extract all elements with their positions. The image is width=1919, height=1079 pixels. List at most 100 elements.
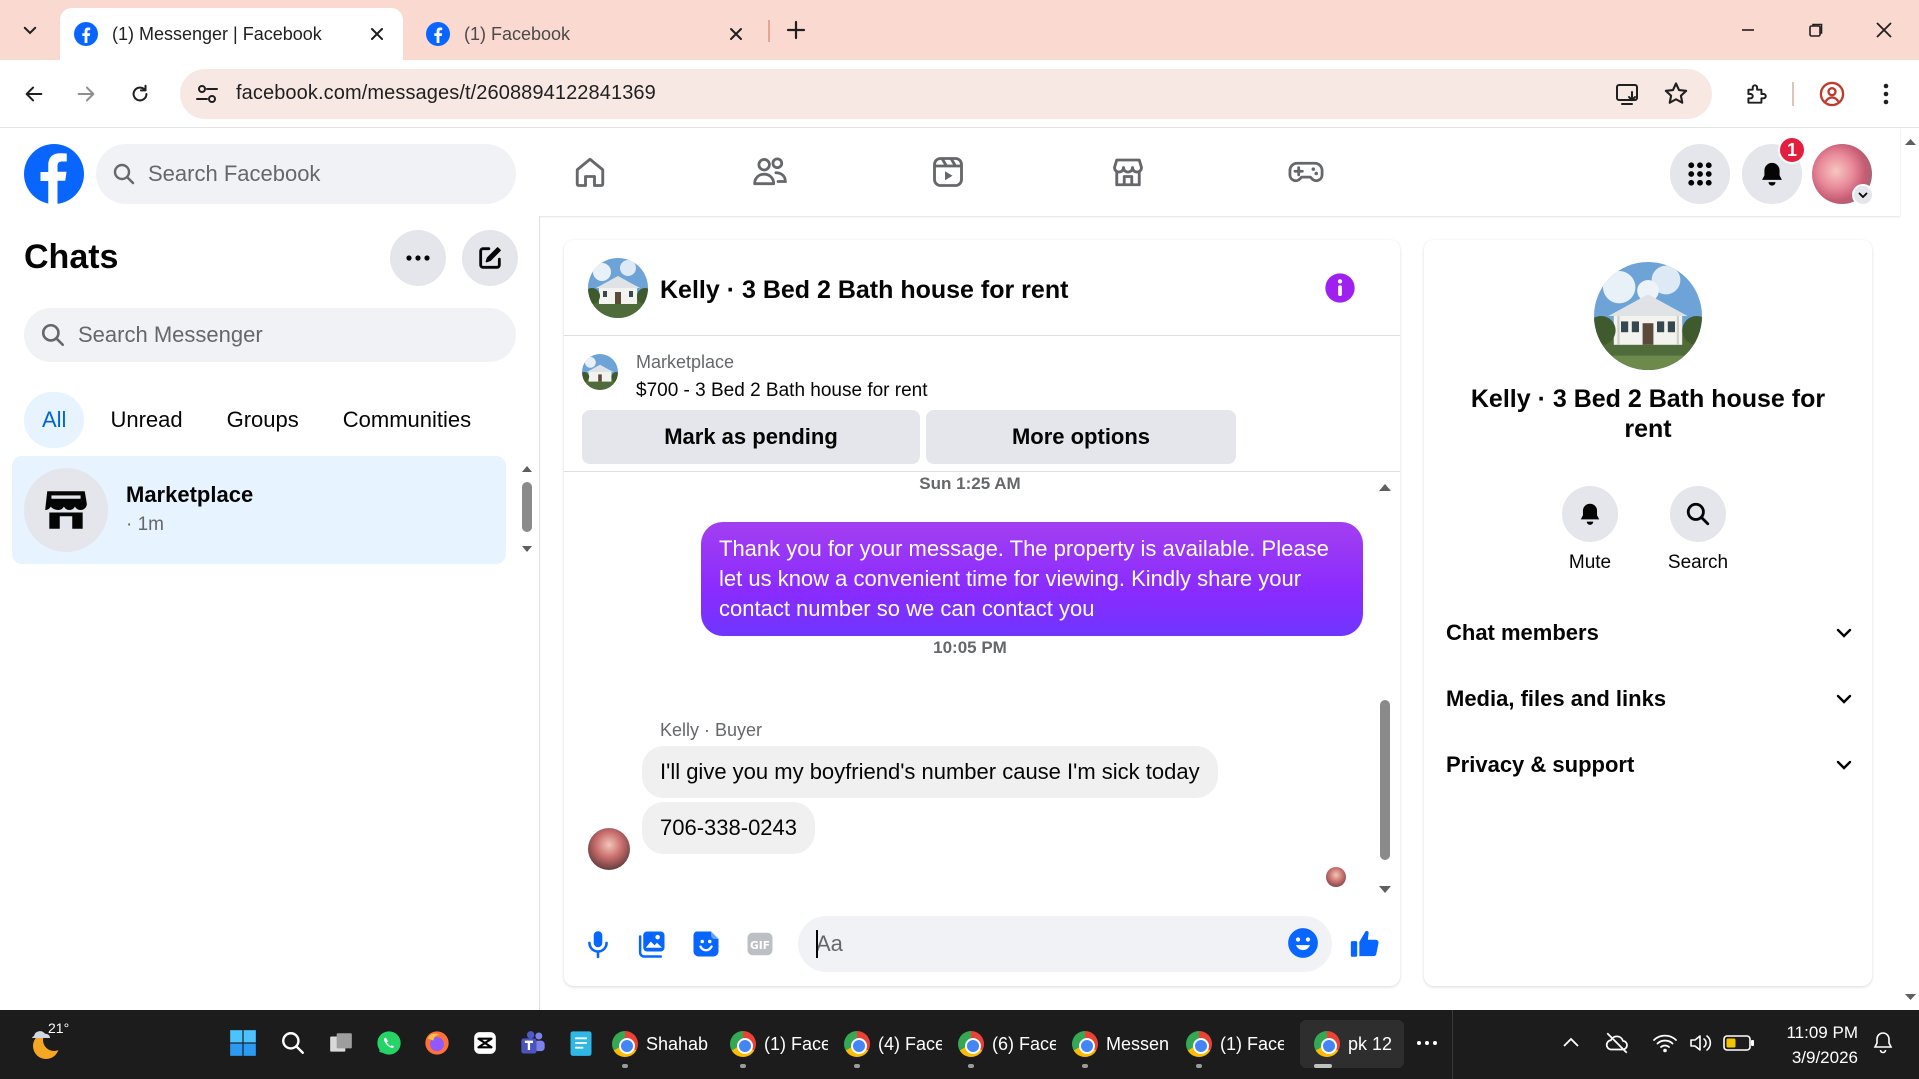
- wifi-tray-icon[interactable]: [1648, 1026, 1682, 1060]
- address-bar[interactable]: facebook.com/messages/t/2608894122841369: [180, 69, 1712, 119]
- sender-avatar[interactable]: [588, 828, 630, 870]
- browser-tab-messenger[interactable]: (1) Messenger | Facebook: [60, 8, 403, 60]
- forward-button[interactable]: [66, 74, 106, 114]
- notepad-app[interactable]: [564, 1026, 598, 1060]
- extensions-button[interactable]: [1736, 74, 1776, 114]
- new-tab-button[interactable]: [780, 14, 812, 46]
- facebook-search[interactable]: Search Facebook: [96, 144, 516, 204]
- taskbar-chrome-window-active[interactable]: pk 12: [1300, 1020, 1404, 1068]
- emoji-button[interactable]: [1286, 926, 1320, 960]
- sticker-button[interactable]: [686, 924, 726, 964]
- message-input[interactable]: Aa: [798, 916, 1332, 972]
- weather-temperature: 21°: [48, 1020, 70, 1036]
- close-window-button[interactable]: [1854, 8, 1914, 52]
- notifications-button[interactable]: 1: [1742, 136, 1806, 204]
- facebook-logo[interactable]: [24, 144, 84, 204]
- gif-button[interactable]: GIF: [740, 924, 780, 964]
- close-tab-icon[interactable]: [724, 22, 748, 46]
- account-avatar[interactable]: [1812, 144, 1874, 206]
- taskbar-app-label: pk 12: [1348, 1033, 1393, 1054]
- location-off-tray-icon[interactable]: [1600, 1026, 1634, 1060]
- friends-icon: [753, 157, 787, 186]
- listing-price-title[interactable]: $700 - 3 Bed 2 Bath house for rent: [636, 380, 928, 402]
- system-clock[interactable]: 11:09 PM 3/9/2026: [1768, 1020, 1858, 1070]
- mute-button[interactable]: [1562, 486, 1618, 542]
- filter-all[interactable]: All: [24, 392, 85, 448]
- conversation-info-button[interactable]: [1324, 272, 1356, 304]
- taskbar-chrome-window[interactable]: Messen: [1072, 1020, 1170, 1068]
- filter-unread[interactable]: Unread: [92, 392, 200, 448]
- nav-video[interactable]: [908, 142, 988, 202]
- tab-search-dropdown[interactable]: [12, 12, 48, 48]
- section-media-files-links[interactable]: Media, files and links: [1446, 676, 1854, 722]
- browser-menu-button[interactable]: [1866, 74, 1906, 114]
- minimize-button[interactable]: [1718, 8, 1778, 52]
- attach-photo-button[interactable]: [632, 924, 672, 964]
- close-tab-icon[interactable]: [365, 22, 389, 46]
- site-info-icon[interactable]: [194, 81, 220, 107]
- whatsapp-icon: [377, 1031, 401, 1055]
- back-button[interactable]: [14, 74, 54, 114]
- restore-button[interactable]: [1786, 8, 1846, 52]
- voice-clip-button[interactable]: [578, 924, 618, 964]
- chat-list-scrollbar[interactable]: [520, 462, 534, 562]
- search-action[interactable]: Search: [1648, 486, 1748, 574]
- nav-marketplace[interactable]: [1088, 142, 1168, 202]
- nav-friends[interactable]: [730, 142, 810, 202]
- outgoing-message[interactable]: Thank you for your message. The property…: [701, 522, 1363, 636]
- new-message-button[interactable]: [462, 230, 518, 286]
- browser-tab-facebook[interactable]: (1) Facebook: [412, 8, 762, 60]
- listing-photo-avatar[interactable]: [588, 258, 648, 318]
- conversation-header: Kelly · 3 Bed 2 Bath house for rent: [564, 240, 1400, 336]
- notification-center-button[interactable]: [1866, 1026, 1900, 1060]
- chevron-down-icon: [1852, 184, 1874, 206]
- capcut-app[interactable]: [468, 1026, 502, 1060]
- more-options-button[interactable]: More options: [926, 410, 1236, 464]
- incoming-message[interactable]: I'll give you my boyfriend's number caus…: [642, 746, 1218, 798]
- messenger-search[interactable]: Search Messenger: [24, 308, 516, 362]
- whatsapp-app[interactable]: [372, 1026, 406, 1060]
- facebook-icon: [426, 22, 450, 46]
- taskbar-chrome-window[interactable]: (1) Face: [730, 1020, 828, 1068]
- taskbar-chrome-window[interactable]: (6) Face: [958, 1020, 1056, 1068]
- battery-tray-icon[interactable]: [1722, 1026, 1756, 1060]
- tab-title: (1) Facebook: [464, 23, 571, 44]
- search-in-conversation-button[interactable]: [1670, 486, 1726, 542]
- taskbar-chrome-window[interactable]: Shahab: [612, 1020, 714, 1068]
- taskbar-chrome-window[interactable]: (4) Face: [844, 1020, 942, 1068]
- section-privacy-support[interactable]: Privacy & support: [1446, 742, 1854, 788]
- nav-home[interactable]: [550, 142, 630, 202]
- reload-button[interactable]: [120, 74, 160, 114]
- like-button[interactable]: [1344, 924, 1386, 964]
- tab-separator: [768, 20, 770, 42]
- install-app-icon[interactable]: [1614, 80, 1642, 108]
- volume-tray-icon[interactable]: [1684, 1026, 1718, 1060]
- listing-photo-large[interactable]: [1594, 262, 1702, 370]
- firefox-app[interactable]: [420, 1026, 454, 1060]
- task-view-button[interactable]: [324, 1026, 358, 1060]
- section-chat-members[interactable]: Chat members: [1446, 610, 1854, 656]
- nav-gaming[interactable]: [1266, 142, 1346, 202]
- taskbar-overflow-button[interactable]: [1410, 1026, 1444, 1060]
- taskbar-search-button[interactable]: [276, 1026, 310, 1060]
- profile-button[interactable]: [1812, 74, 1852, 114]
- conversation-marketplace[interactable]: Marketplace · 1m: [12, 456, 506, 564]
- bookmark-star-icon[interactable]: [1662, 80, 1690, 108]
- facebook-header: Search Facebook 1: [0, 128, 1900, 216]
- teams-app[interactable]: [516, 1026, 550, 1060]
- weather-widget[interactable]: 21°: [26, 1020, 70, 1066]
- start-button[interactable]: [226, 1026, 260, 1060]
- incoming-message[interactable]: 706-338-0243: [642, 802, 816, 854]
- page-scrollbar[interactable]: [1902, 128, 1919, 1010]
- home-icon: [575, 157, 605, 187]
- menu-button[interactable]: [1670, 144, 1730, 204]
- chat-options-button[interactable]: [390, 230, 446, 286]
- show-hidden-icons-button[interactable]: [1554, 1026, 1588, 1060]
- mute-action[interactable]: Mute: [1540, 486, 1640, 574]
- listing-thumbnail[interactable]: [582, 354, 618, 390]
- filter-groups[interactable]: Groups: [209, 392, 317, 448]
- clock-date: 3/9/2026: [1791, 1048, 1858, 1067]
- mark-as-pending-button[interactable]: Mark as pending: [582, 410, 920, 464]
- filter-communities[interactable]: Communities: [325, 392, 489, 448]
- taskbar-chrome-window[interactable]: (1) Face: [1186, 1020, 1284, 1068]
